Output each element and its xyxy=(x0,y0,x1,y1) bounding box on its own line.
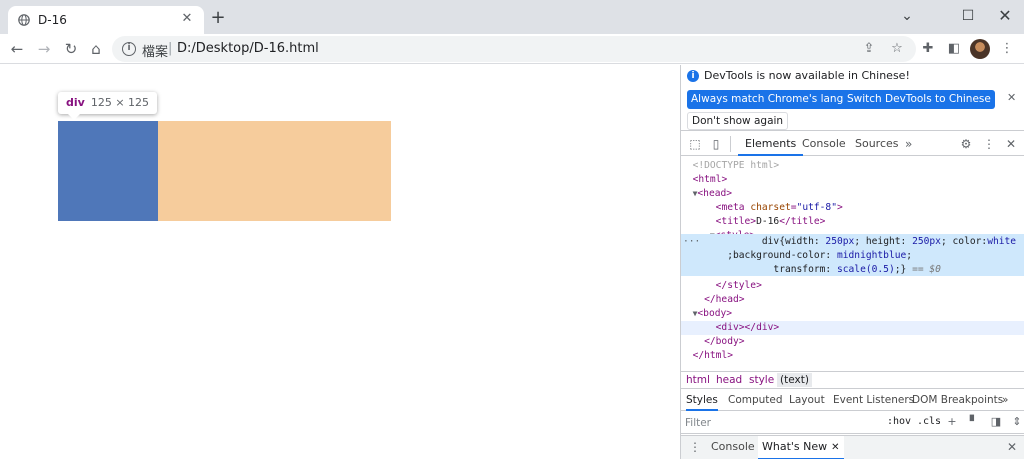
tab-sources[interactable]: Sources xyxy=(855,132,899,156)
forward-arrow-icon[interactable]: → xyxy=(33,38,55,60)
cls-toggle[interactable]: .cls xyxy=(917,416,941,427)
avatar[interactable] xyxy=(970,39,990,59)
node-ellipsis-icon[interactable]: ··· xyxy=(683,235,700,249)
tab-elements[interactable]: Elements xyxy=(738,132,804,156)
info-icon: i xyxy=(687,70,699,82)
switch-chinese-button[interactable]: Switch DevTools to Chinese xyxy=(843,90,995,109)
highlight-content-box[interactable] xyxy=(58,121,158,221)
inspect-tooltip: div 125 × 125 xyxy=(58,92,158,120)
paint-brush-icon[interactable]: ▘ xyxy=(967,415,981,429)
elements-tree: <!DOCTYPE html> <html> ▼<head> <meta cha… xyxy=(681,157,1024,371)
dont-show-again-button[interactable]: Don't show again xyxy=(687,112,789,130)
scroll-arrows-icon[interactable]: ⇕ xyxy=(1010,415,1024,429)
infobar-close-icon[interactable]: ✕ xyxy=(1007,91,1016,104)
dom-node-style-close[interactable]: </style> xyxy=(681,279,1024,293)
minimize-icon[interactable]: ⌄ xyxy=(884,3,930,29)
subtab-layout[interactable]: Layout xyxy=(789,390,825,411)
more-tabs-icon[interactable]: » xyxy=(905,132,912,156)
settings-gear-icon[interactable]: ⚙ xyxy=(958,136,974,152)
dom-node-doctype[interactable]: <!DOCTYPE html> xyxy=(681,159,1024,173)
tooltip-dimensions: 125 × 125 xyxy=(90,96,150,109)
breadcrumb-html[interactable]: html xyxy=(686,374,710,386)
inspect-element-icon[interactable]: ⬚ xyxy=(687,136,703,152)
dom-node-meta[interactable]: <meta charset="utf-8"> xyxy=(681,201,1024,215)
dom-node-head-close[interactable]: </head> xyxy=(681,293,1024,307)
subtab-computed[interactable]: Computed xyxy=(728,390,783,411)
infobar-message: DevTools is now available in Chinese! xyxy=(704,69,910,82)
breadcrumb-head[interactable]: head xyxy=(716,374,742,386)
info-icon[interactable]: i xyxy=(122,42,136,56)
url-separator: | xyxy=(168,41,173,56)
drawer-close-icon[interactable]: ✕ xyxy=(1007,440,1017,454)
drawer-tab-whats-new[interactable]: What's New ✕ xyxy=(758,436,844,459)
window-close-icon[interactable]: ✕ xyxy=(982,3,1024,29)
browser-toolbar: ← → ↻ ⌂ i 檔案 | D:/Desktop/D-16.html ⇪ ☆ … xyxy=(0,34,1024,64)
url-scheme: 檔案 xyxy=(142,45,169,60)
address-bar[interactable]: i 檔案 | D:/Desktop/D-16.html ⇪ ☆ xyxy=(112,36,916,62)
side-panel-icon[interactable]: ◧ xyxy=(945,40,963,58)
device-toolbar-icon[interactable]: ▯ xyxy=(708,136,724,152)
tab-close-icon[interactable]: ✕ xyxy=(180,12,194,26)
share-icon[interactable]: ⇪ xyxy=(860,40,878,58)
back-arrow-icon[interactable]: ← xyxy=(6,38,28,60)
css-text-line: ;background-color: midnightblue; xyxy=(727,250,913,261)
highlight-margin-box xyxy=(158,121,391,221)
devtools-tabbar: ⬚ ▯ Elements Console Sources » ⚙ ⋮ ✕ xyxy=(681,132,1024,156)
page-viewport: div 125 × 125 xyxy=(0,65,680,459)
new-tab-button[interactable]: + xyxy=(210,9,226,27)
tooltip-tag: div xyxy=(66,96,85,109)
extensions-icon[interactable]: ✚ xyxy=(919,40,937,58)
subtab-dom-breakpoints[interactable]: DOM Breakpoints xyxy=(912,390,1003,411)
drawer-menu-icon[interactable]: ⋮ xyxy=(689,440,701,454)
css-text-line: transform: scale(0.5);} == $0 xyxy=(773,264,941,275)
star-icon[interactable]: ☆ xyxy=(888,40,906,58)
menu-kebab-icon[interactable]: ⋮ xyxy=(998,40,1016,58)
hov-toggle[interactable]: :hov xyxy=(887,416,911,427)
home-icon[interactable]: ⌂ xyxy=(85,38,107,60)
tab-console[interactable]: Console xyxy=(802,132,846,156)
dom-node-body[interactable]: ▼<body> xyxy=(681,307,1024,321)
css-text-line: ··· div{width: 250px; height: 250px; col… xyxy=(683,235,1017,249)
dom-node-title[interactable]: <title>D-16</title> xyxy=(681,215,1024,229)
filter-input[interactable] xyxy=(685,415,879,431)
tab-strip: D-16 ✕ + ⌄ ☐ ✕ xyxy=(0,0,1024,34)
dom-node-head[interactable]: ▼<head> xyxy=(681,187,1024,201)
dom-node-div[interactable]: <div></div> xyxy=(681,321,1024,335)
dom-node-html-close[interactable]: </html> xyxy=(681,349,1024,363)
more-subtabs-icon[interactable]: » xyxy=(1002,390,1008,411)
subtab-styles[interactable]: Styles xyxy=(686,390,718,411)
dom-node-body-close[interactable]: </body> xyxy=(681,335,1024,349)
subtab-event-listeners[interactable]: Event Listeners xyxy=(833,390,914,411)
breadcrumb-text[interactable]: (text) xyxy=(777,373,812,387)
devtools-drawer: ⋮ Console What's New ✕ ✕ xyxy=(681,435,1024,459)
breadcrumb-style[interactable]: style xyxy=(749,374,774,386)
add-rule-icon[interactable]: + xyxy=(945,415,959,429)
reload-icon[interactable]: ↻ xyxy=(60,38,82,60)
dom-node-html[interactable]: <html> xyxy=(681,173,1024,187)
drawer-tab-console[interactable]: Console xyxy=(711,436,755,459)
styles-subtabs: Styles Computed Layout Event Listeners D… xyxy=(681,390,1024,411)
devtools-menu-icon[interactable]: ⋮ xyxy=(981,136,997,152)
selected-node-marker: == $0 xyxy=(912,264,941,275)
toolbar-divider xyxy=(730,136,731,152)
globe-icon xyxy=(18,14,30,26)
styles-filter-bar: :hov .cls + ▘ ◨ ⇕ xyxy=(681,412,1024,434)
browser-tab[interactable]: D-16 ✕ xyxy=(8,6,204,34)
breadcrumb: html head style (text) xyxy=(681,371,1024,389)
url-text[interactable]: D:/Desktop/D-16.html xyxy=(177,41,319,56)
toggle-sidebar-icon[interactable]: ◨ xyxy=(989,415,1003,429)
devtools-panel: i DevTools is now available in Chinese! … xyxy=(680,65,1024,459)
language-infobar: i DevTools is now available in Chinese! … xyxy=(681,65,1024,131)
devtools-close-icon[interactable]: ✕ xyxy=(1003,136,1019,152)
tab-title: D-16 xyxy=(38,13,67,27)
close-tab-icon[interactable]: ✕ xyxy=(831,442,839,453)
